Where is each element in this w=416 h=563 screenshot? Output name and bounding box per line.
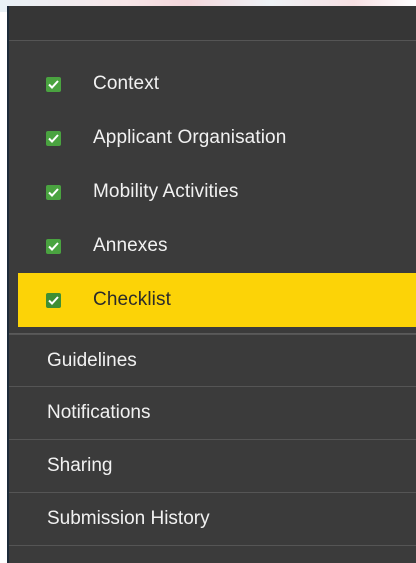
sidebar-top-strip	[9, 6, 416, 41]
form-steps-list: Context Applicant Organisation Mobility …	[9, 41, 416, 327]
sidebar-link-sharing[interactable]: Sharing	[9, 440, 416, 493]
sidebar-link-submission-history[interactable]: Submission History	[9, 493, 416, 546]
step-item-checklist[interactable]: Checklist	[18, 273, 416, 327]
page: Context Applicant Organisation Mobility …	[0, 0, 416, 563]
step-item-applicant-organisation[interactable]: Applicant Organisation	[9, 111, 416, 165]
sidebar-link-guidelines[interactable]: Guidelines	[9, 334, 416, 387]
sidebar-bottom	[9, 546, 416, 563]
step-label: Checklist	[93, 289, 171, 310]
step-item-context[interactable]: Context	[9, 57, 416, 111]
checkbox-checked-icon	[46, 130, 61, 146]
checkbox-checked-icon	[46, 292, 61, 308]
step-item-mobility-activities[interactable]: Mobility Activities	[9, 165, 416, 219]
sidebar-link-notifications[interactable]: Notifications	[9, 387, 416, 440]
step-label: Applicant Organisation	[93, 127, 287, 148]
sidebar-navigation: Context Applicant Organisation Mobility …	[7, 6, 416, 563]
step-item-annexes[interactable]: Annexes	[9, 219, 416, 273]
checkbox-checked-icon	[46, 76, 61, 92]
checkbox-checked-icon	[46, 238, 61, 254]
checkbox-checked-icon	[46, 184, 61, 200]
step-label: Context	[93, 73, 160, 94]
sidebar-links: Guidelines Notifications Sharing Submiss…	[9, 334, 416, 546]
step-label: Annexes	[93, 235, 168, 256]
step-label: Mobility Activities	[93, 181, 239, 202]
